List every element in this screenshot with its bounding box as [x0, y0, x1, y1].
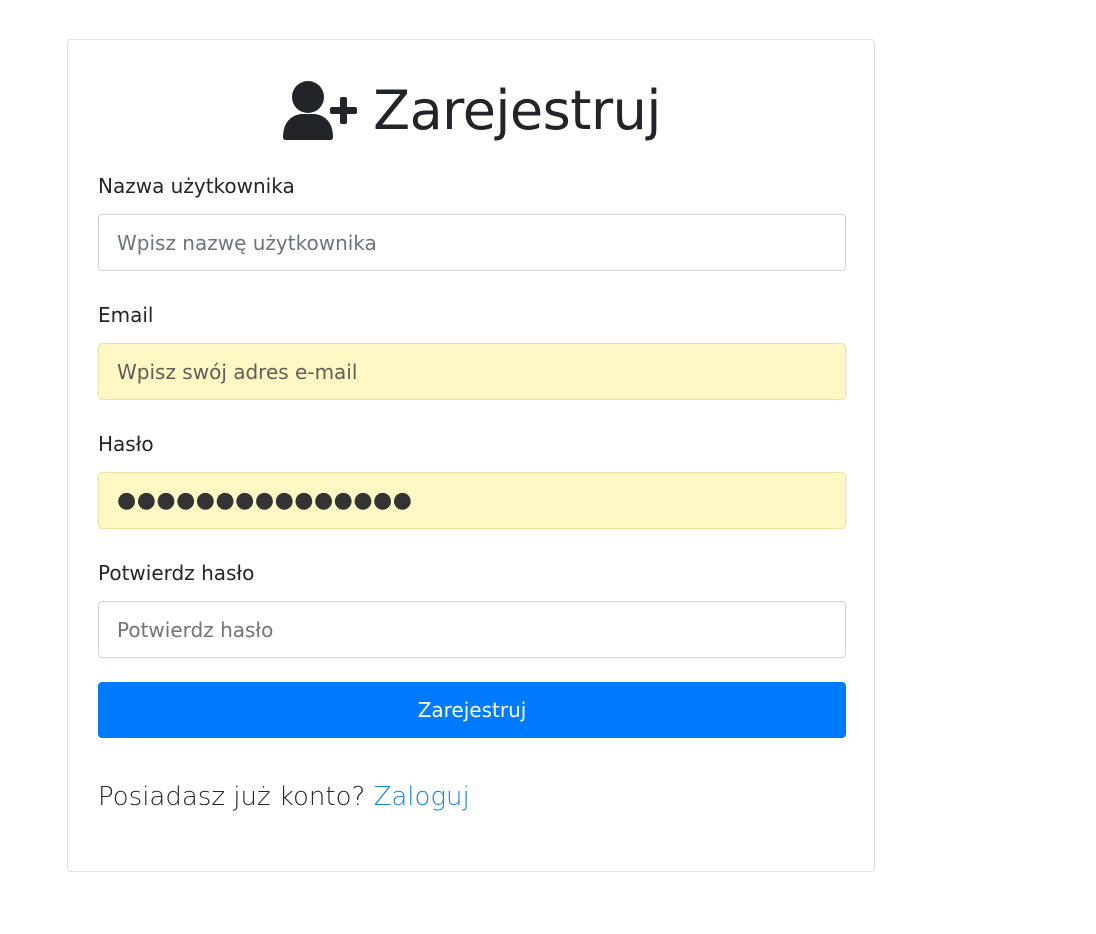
- login-question: Posiadasz już konto?: [98, 782, 366, 812]
- page-title: Zarejestruj: [68, 76, 874, 146]
- confirm-password-label: Potwierdz hasło: [98, 561, 255, 585]
- register-card: Zarejestruj Nazwa użytkownika Wpisz nazw…: [67, 39, 875, 872]
- password-masked-value: ●●●●●●●●●●●●●●●: [117, 488, 413, 513]
- email-placeholder: Wpisz swój adres e-mail: [117, 359, 358, 384]
- password-input[interactable]: ●●●●●●●●●●●●●●●: [98, 472, 846, 529]
- email-input[interactable]: Wpisz swój adres e-mail: [98, 343, 846, 400]
- register-button[interactable]: Zarejestruj: [98, 682, 846, 738]
- user-plus-icon: [283, 81, 358, 140]
- title-text: Zarejestruj: [373, 79, 661, 142]
- email-label: Email: [98, 303, 154, 327]
- confirm-password-placeholder: Potwierdz hasło: [117, 617, 274, 642]
- login-prompt: Posiadasz już konto? Zaloguj: [98, 782, 470, 812]
- password-label: Hasło: [98, 432, 154, 456]
- username-placeholder: Wpisz nazwę użytkownika: [117, 230, 377, 255]
- username-input[interactable]: Wpisz nazwę użytkownika: [98, 214, 846, 271]
- confirm-password-input[interactable]: Potwierdz hasło: [98, 601, 846, 658]
- username-label: Nazwa użytkownika: [98, 174, 295, 198]
- login-link[interactable]: Zaloguj: [374, 782, 470, 812]
